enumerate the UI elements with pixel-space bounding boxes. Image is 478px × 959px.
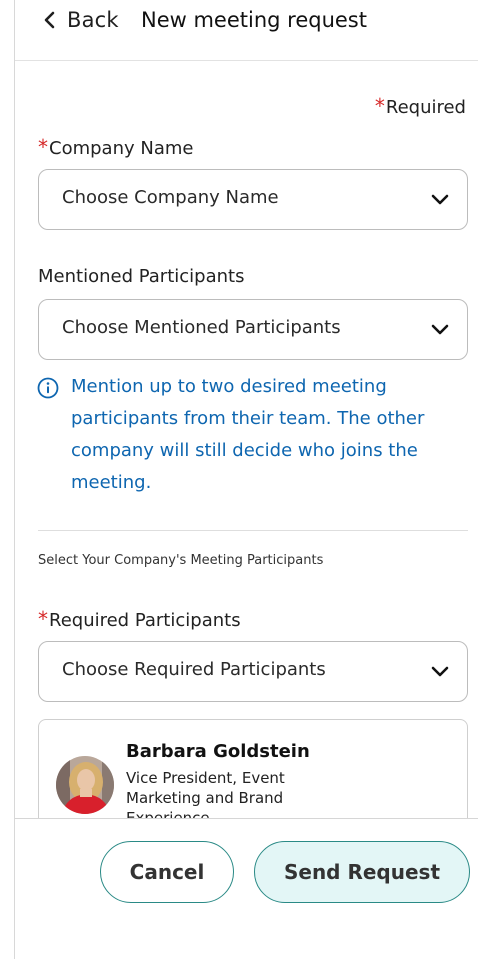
required-participants-placeholder: Choose Required Participants	[62, 659, 326, 680]
required-participants-label: *Required Participants	[38, 607, 241, 631]
participant-name: Barbara Goldstein	[126, 741, 310, 762]
required-star-icon: *	[374, 94, 385, 118]
section-title: Select Your Company's Meeting Participan…	[38, 553, 324, 568]
page-title: New meeting request	[141, 8, 367, 32]
top-bar: Back New meeting request	[15, 0, 478, 61]
company-name-label-text: Company Name	[49, 138, 194, 159]
required-star-icon: *	[38, 135, 48, 159]
mention-info: Mention up to two desired meeting partic…	[37, 371, 457, 499]
chevron-left-icon	[44, 11, 55, 29]
mention-info-text: Mention up to two desired meeting partic…	[71, 376, 425, 493]
app-frame: Back New meeting request *Required *Comp…	[14, 0, 478, 959]
required-note-label: Required	[385, 97, 466, 118]
mentioned-participants-label: Mentioned Participants	[38, 266, 245, 287]
send-request-button[interactable]: Send Request	[254, 841, 470, 903]
cancel-button[interactable]: Cancel	[100, 841, 234, 903]
back-label: Back	[67, 8, 119, 32]
mentioned-participants-placeholder: Choose Mentioned Participants	[62, 317, 341, 338]
avatar	[56, 756, 114, 814]
chevron-down-icon	[431, 666, 449, 677]
required-star-icon: *	[38, 607, 48, 631]
company-name-label: *Company Name	[38, 135, 193, 159]
mentioned-participants-select[interactable]: Choose Mentioned Participants	[38, 299, 468, 360]
required-participants-label-text: Required Participants	[49, 610, 241, 631]
back-button[interactable]: Back	[41, 8, 119, 32]
company-name-placeholder: Choose Company Name	[62, 187, 279, 208]
chevron-down-icon	[431, 324, 449, 335]
section-divider	[38, 530, 468, 531]
company-name-select[interactable]: Choose Company Name	[38, 169, 468, 230]
required-note: *Required	[375, 94, 466, 118]
required-participants-select[interactable]: Choose Required Participants	[38, 641, 468, 702]
info-circle-icon	[37, 377, 59, 399]
chevron-down-icon	[431, 194, 449, 205]
footer-actions: Cancel Send Request	[15, 818, 478, 959]
